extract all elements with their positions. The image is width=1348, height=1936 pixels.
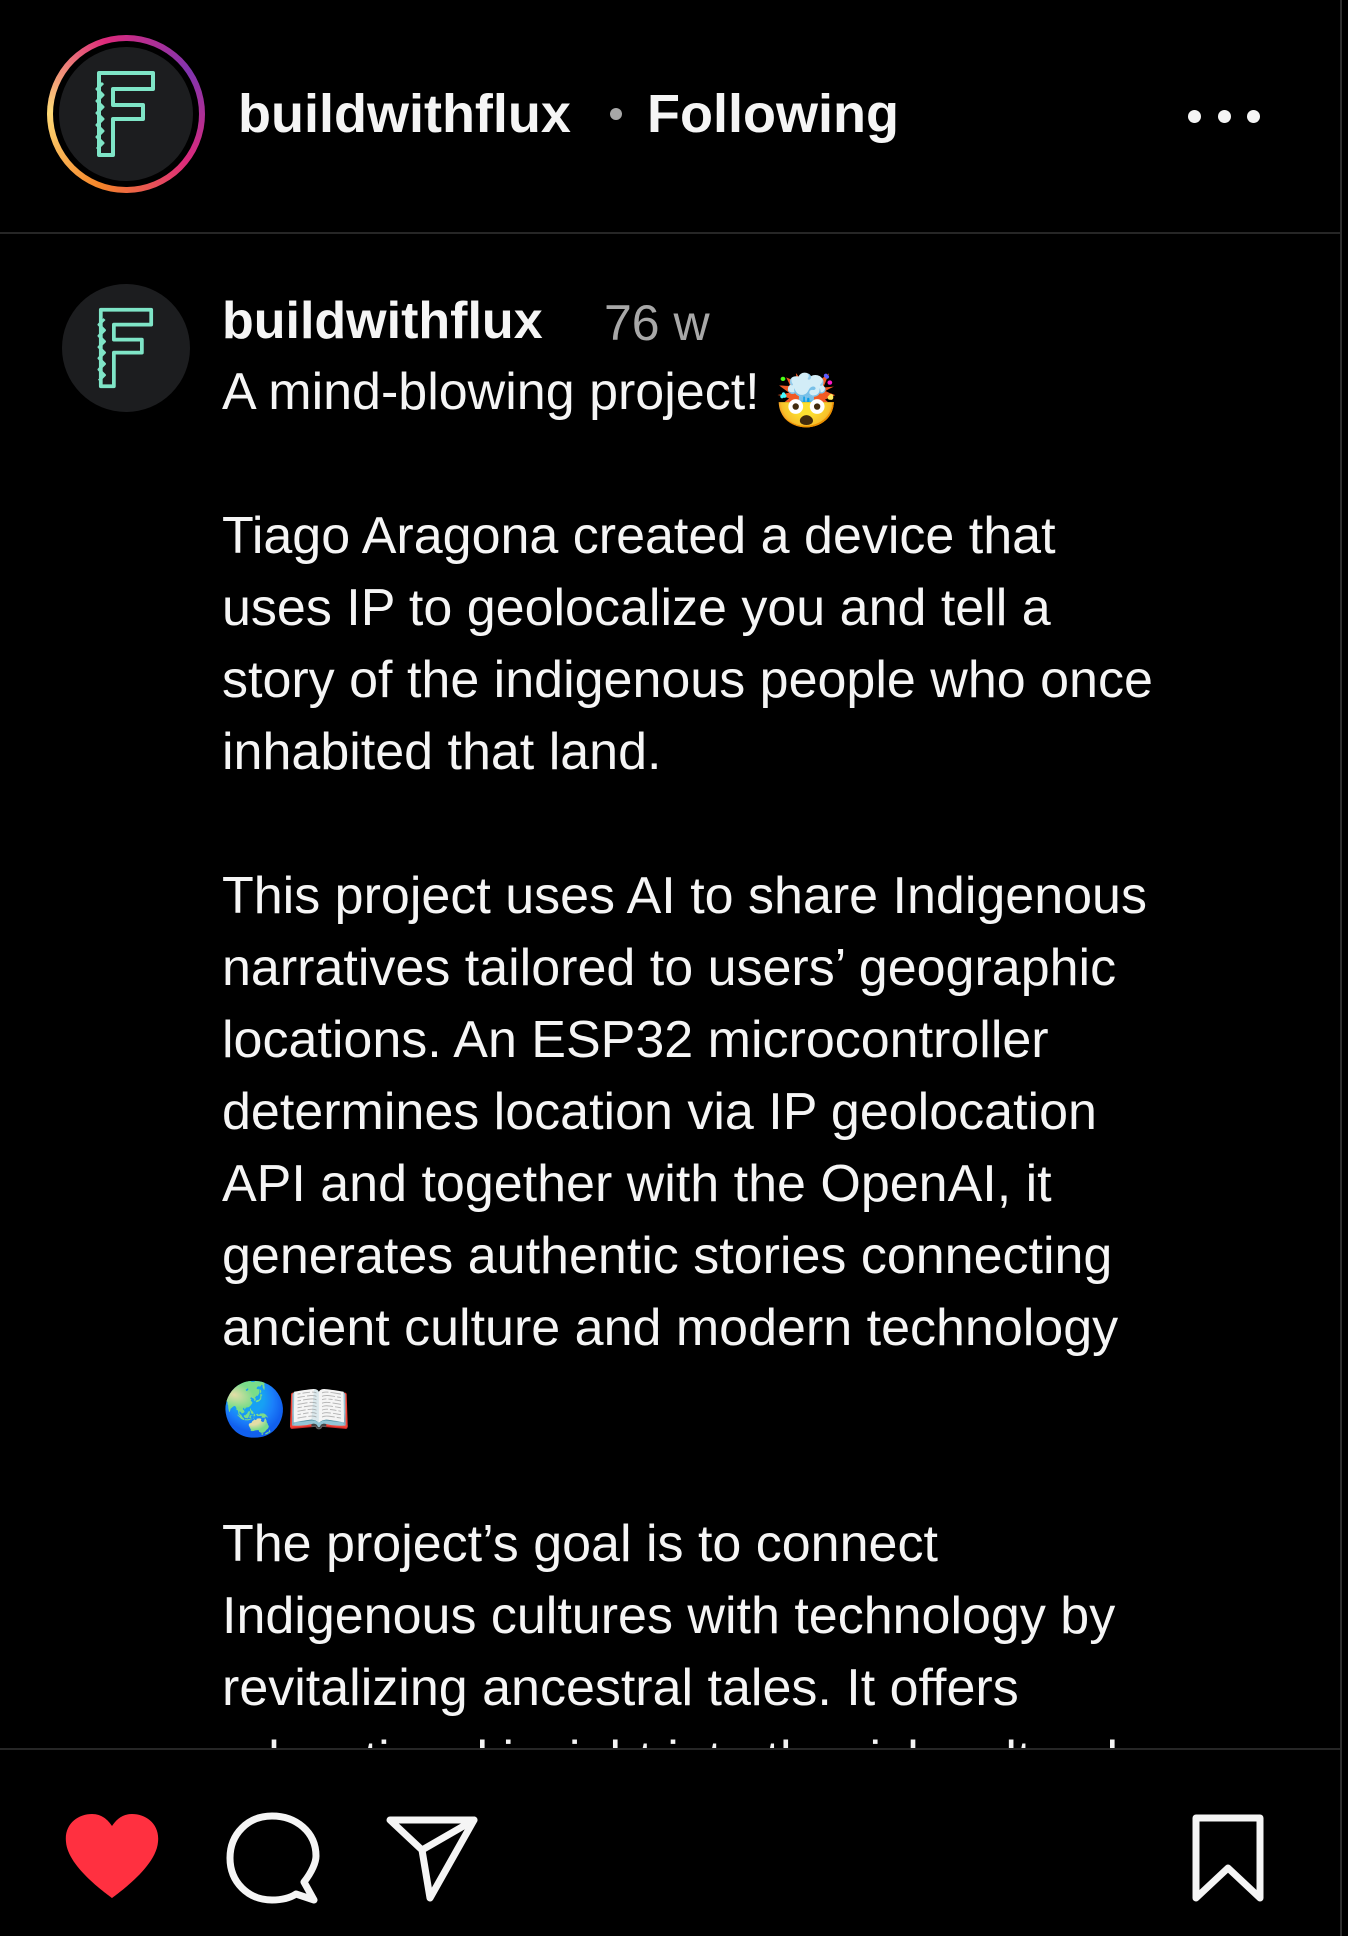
more-dot [1217,109,1231,123]
header-username[interactable]: buildwithflux [238,84,571,144]
like-button[interactable] [62,1812,162,1900]
header-avatar-story-ring[interactable] [47,35,205,193]
caption-avatar[interactable] [62,284,190,412]
caption-line: story of the indigenous people who once [222,651,1153,709]
more-dot [1247,109,1260,123]
caption-line: determines location via IP geolocation [222,1083,1097,1141]
caption-line: generates authentic stories connecting [222,1227,1113,1285]
caption-line: uses IP to geolocalize you and tell a [222,579,1051,637]
header-avatar [59,47,193,181]
caption-line: Indigenous cultures with technology by [222,1587,1116,1645]
more-dot [1188,109,1201,123]
instagram-post-view: buildwithflux Following buildwithflux 76… [0,0,1340,1936]
more-options-button[interactable] [1188,98,1260,134]
open-book-emoji-icon: 📖 [286,1381,352,1439]
comment-button[interactable] [226,1812,320,1906]
caption-line: educational insight into the rich cultur… [222,1724,1322,1748]
scroll-edge-divider [1340,0,1342,1936]
post-header: buildwithflux Following [0,0,1340,234]
save-button[interactable] [1192,1814,1264,1902]
exploding-head-emoji-icon: 🤯 [774,373,839,431]
share-button[interactable] [386,1814,478,1902]
flux-logo-icon [97,307,154,389]
header-separator-dot [610,108,622,120]
caption-line: A mind-blowing project! 🤯 [222,356,1322,431]
caption-line: revitalizing ancestral tales. It offers [222,1659,1019,1717]
caption-emoji-line: 🌏📖 [222,1364,1322,1439]
heart-filled-icon [65,1814,159,1898]
action-bar [0,1748,1340,1936]
following-button[interactable]: Following [647,84,899,144]
caption-line: inhabited that land. [222,723,662,781]
story-ring-gap [53,41,199,187]
comment-icon [226,1812,320,1904]
caption-line: locations. An ESP32 microcontroller [222,1011,1049,1069]
share-send-icon [386,1816,478,1902]
caption-line: ancient culture and modern technology [222,1299,1119,1357]
bookmark-icon [1192,1814,1264,1902]
caption-line: API and together with the OpenAI, it [222,1155,1052,1213]
globe-emoji-icon: 🌏 [222,1381,287,1439]
caption-line: This project uses AI to share Indigenous [222,867,1147,925]
flux-logo-icon [95,71,155,157]
caption-username[interactable]: buildwithflux [222,290,543,352]
caption-line: Tiago Aragona created a device that [222,507,1056,565]
caption-timestamp[interactable]: 76 w [604,292,710,354]
caption-line: The project’s goal is to connect [222,1515,938,1573]
caption-text: A mind-blowing project! 🤯 Tiago Aragona … [222,356,1322,1748]
caption-line: narratives tailored to users’ geographic [222,939,1117,997]
